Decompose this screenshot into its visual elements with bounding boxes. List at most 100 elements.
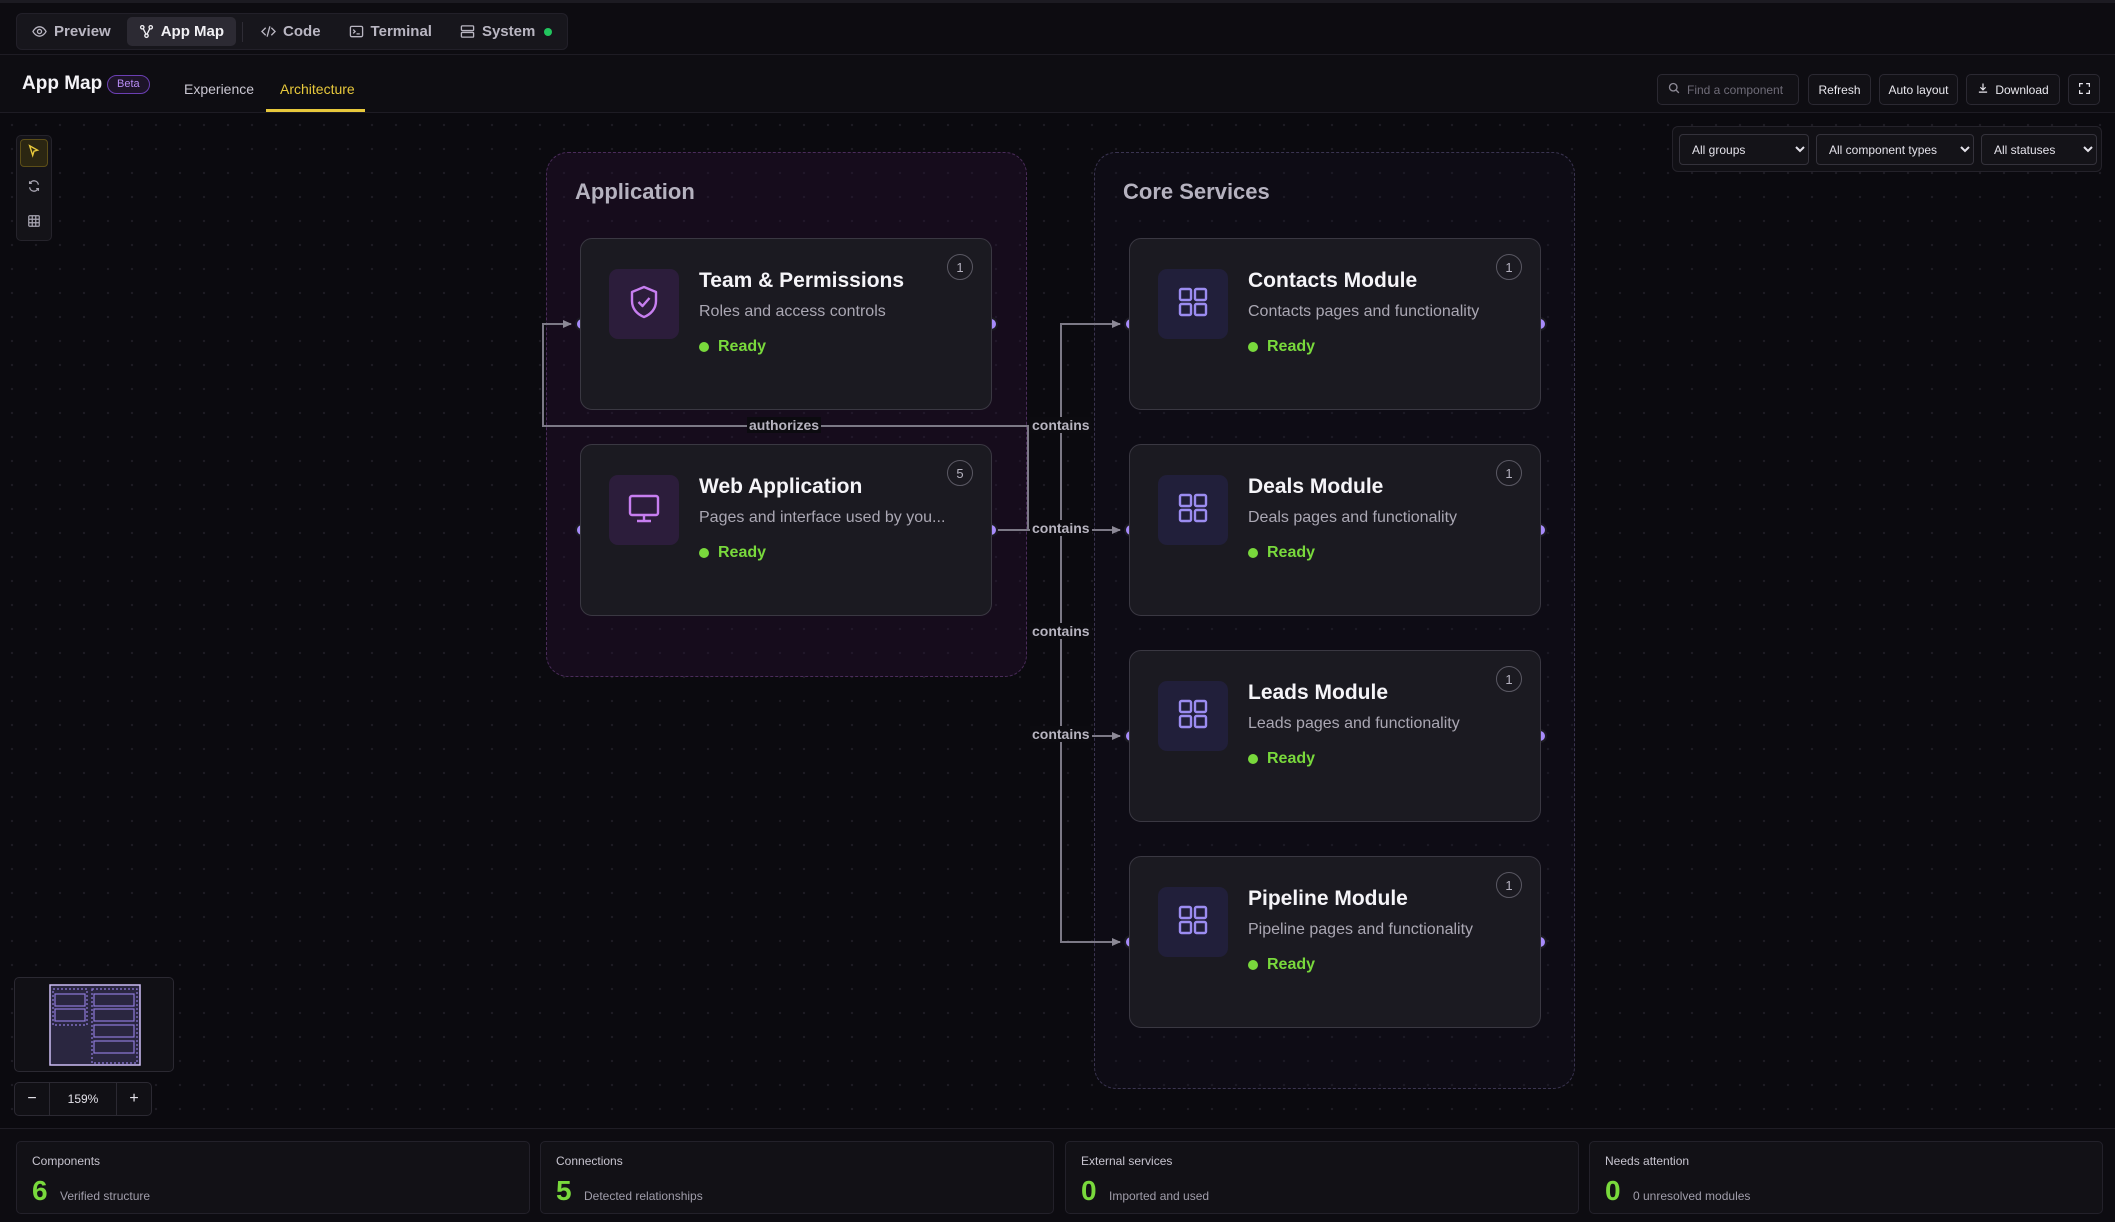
node-contacts-module[interactable]: Contacts Module Contacts pages and funct… xyxy=(1129,238,1541,410)
grid-icon xyxy=(1173,900,1213,945)
node-count-badge: 1 xyxy=(1496,460,1522,486)
table-grid-icon xyxy=(27,214,41,233)
node-pipeline-module[interactable]: Pipeline Module Pipeline pages and funct… xyxy=(1129,856,1541,1028)
system-status-dot xyxy=(544,27,553,36)
status-dot xyxy=(1248,960,1258,970)
grid-view-tool[interactable] xyxy=(20,209,48,237)
select-tool[interactable] xyxy=(20,139,48,167)
node-icon-box xyxy=(609,475,679,545)
monitor-icon xyxy=(624,488,664,533)
cursor-icon xyxy=(27,143,41,163)
map-icon xyxy=(139,24,154,39)
status-dot xyxy=(699,548,709,558)
shield-check-icon xyxy=(624,282,664,327)
node-status: Ready xyxy=(699,544,766,562)
node-count-badge: 1 xyxy=(1496,254,1522,280)
node-status: Ready xyxy=(1248,750,1315,768)
node-status: Ready xyxy=(1248,956,1315,974)
stat-components: Components 6 Verified structure xyxy=(16,1141,530,1214)
zoom-level: 159% xyxy=(49,1083,117,1115)
tab-terminal[interactable]: Terminal xyxy=(337,17,444,46)
tab-terminal-label: Terminal xyxy=(370,23,432,40)
stat-subtext: Imported and used xyxy=(1109,1189,1210,1203)
node-icon-box xyxy=(1158,269,1228,339)
node-count-badge: 1 xyxy=(1496,872,1522,898)
node-title: Pipeline Module xyxy=(1248,887,1408,910)
node-title: Leads Module xyxy=(1248,681,1389,704)
stat-label: External services xyxy=(1081,1154,1173,1168)
node-count-badge: 5 xyxy=(947,460,973,486)
status-filter-select[interactable]: All statuses xyxy=(1981,134,2097,165)
zoom-out-button[interactable]: − xyxy=(15,1083,49,1115)
stat-external-services: External services 0 Imported and used xyxy=(1065,1141,1579,1214)
stat-subtext: Verified structure xyxy=(60,1189,151,1203)
node-description: Pipeline pages and functionality xyxy=(1248,921,1474,938)
terminal-icon xyxy=(349,24,364,39)
reset-view-tool[interactable] xyxy=(20,174,48,202)
node-leads-module[interactable]: Leads Module Leads pages and functionali… xyxy=(1129,650,1541,822)
download-icon xyxy=(1977,82,1989,97)
node-deals-module[interactable]: Deals Module Deals pages and functionali… xyxy=(1129,444,1541,616)
node-title: Team & Permissions xyxy=(699,269,905,292)
top-tab-bar: Preview App Map Code Terminal System xyxy=(0,0,2115,55)
group-filter-select[interactable]: All groups xyxy=(1679,134,1809,165)
fullscreen-button[interactable] xyxy=(2068,74,2100,105)
auto-layout-button[interactable]: Auto layout xyxy=(1879,74,1958,105)
tab-preview[interactable]: Preview xyxy=(20,17,123,46)
node-description: Leads pages and functionality xyxy=(1248,715,1460,732)
architecture-canvas[interactable] xyxy=(0,113,2115,1128)
zoom-in-button[interactable]: + xyxy=(117,1083,151,1115)
search-icon xyxy=(1668,82,1680,97)
tab-app-map[interactable]: App Map xyxy=(126,17,237,46)
code-icon xyxy=(261,24,277,39)
status-dot xyxy=(699,342,709,352)
node-description: Contacts pages and functionality xyxy=(1248,303,1480,320)
download-button[interactable]: Download xyxy=(1966,74,2060,105)
edge-label-contains: contains xyxy=(1030,623,1092,639)
node-status: Ready xyxy=(1248,544,1315,562)
stat-label: Needs attention xyxy=(1605,1154,1690,1168)
stat-connections: Connections 5 Detected relationships xyxy=(540,1141,1054,1214)
grid-icon xyxy=(1173,694,1213,739)
node-icon-box xyxy=(1158,887,1228,957)
eye-icon xyxy=(32,24,47,39)
stat-value: 6 xyxy=(32,1175,48,1206)
node-status: Ready xyxy=(699,338,766,356)
stats-bar: Components 6 Verified structure Connecti… xyxy=(0,1128,2115,1222)
node-count-badge: 1 xyxy=(947,254,973,280)
node-title: Contacts Module xyxy=(1248,269,1418,292)
edge-label-contains: contains xyxy=(1030,417,1092,433)
page-title: App Map xyxy=(22,73,103,94)
server-icon xyxy=(460,24,475,39)
group-title: Application xyxy=(575,179,695,204)
minimap[interactable] xyxy=(14,977,174,1072)
refresh-button[interactable]: Refresh xyxy=(1808,74,1871,105)
node-icon-box xyxy=(1158,681,1228,751)
node-description: Pages and interface used by you... xyxy=(699,509,946,526)
search-input[interactable] xyxy=(1687,82,1797,97)
tab-separator xyxy=(242,21,244,42)
tab-architecture[interactable]: Architecture xyxy=(280,81,355,97)
tab-code-label: Code xyxy=(283,23,321,40)
node-web-application[interactable]: Web Application Pages and interface used… xyxy=(580,444,992,616)
zoom-controls: − 159% + xyxy=(14,1082,152,1116)
node-icon-box xyxy=(609,269,679,339)
tab-code[interactable]: Code xyxy=(249,17,333,46)
edge-label-contains: contains xyxy=(1030,726,1092,742)
component-search[interactable] xyxy=(1657,74,1799,105)
minimap-preview xyxy=(49,984,141,1066)
node-team-permissions[interactable]: Team & Permissions Roles and access cont… xyxy=(580,238,992,410)
node-count-badge: 1 xyxy=(1496,666,1522,692)
component-type-filter-select[interactable]: All component types xyxy=(1816,134,1974,165)
app-map-header: App Map Beta Experience Architecture Ref… xyxy=(0,55,2115,113)
grid-icon xyxy=(1173,488,1213,533)
tab-experience[interactable]: Experience xyxy=(184,81,254,97)
tab-system-label: System xyxy=(481,23,536,40)
tab-system[interactable]: System xyxy=(448,17,564,46)
edge-label-authorizes: authorizes xyxy=(747,417,822,433)
stat-label: Connections xyxy=(556,1154,623,1168)
stat-subtext: 0 unresolved modules xyxy=(1633,1189,1751,1203)
fullscreen-icon xyxy=(2078,82,2091,98)
edge-label-contains: contains xyxy=(1030,520,1092,536)
node-status: Ready xyxy=(1248,338,1315,356)
